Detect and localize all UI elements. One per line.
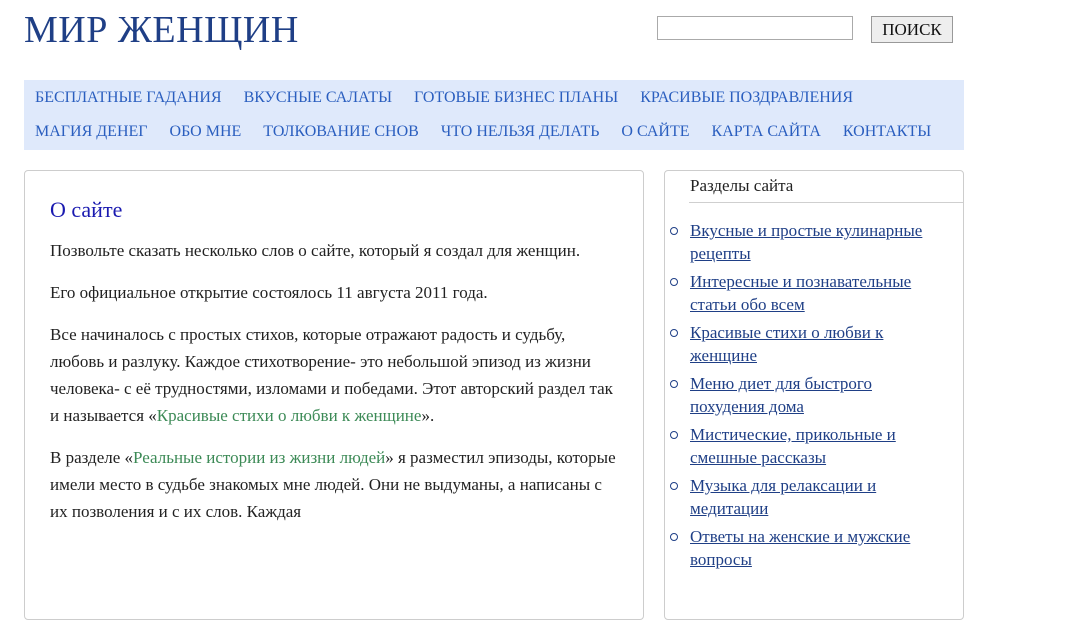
main-content-panel: О сайте Позвольте сказать несколько слов…	[24, 170, 644, 620]
nav-item-sitemap[interactable]: КАРТА САЙТА	[712, 123, 821, 141]
sidebar-item-articles: Интересные и познавательные статьи обо в…	[670, 270, 945, 316]
sidebar-link-diets[interactable]: Меню диет для быстрого похудения дома	[690, 374, 872, 416]
sidebar-link-poems[interactable]: Красивые стихи о любви к женщине	[690, 323, 883, 365]
sidebar-item-music: Музыка для релаксации и медитации	[670, 474, 945, 520]
sidebar-list: Вкусные и простые кулинарные рецепты Инт…	[665, 203, 963, 571]
paragraph-opening-date: Его официальное открытие состоялось 11 а…	[50, 283, 488, 302]
nav-item-free-fortune-telling[interactable]: БЕСПЛАТНЫЕ ГАДАНИЯ	[35, 89, 222, 107]
stories-section-link[interactable]: Реальные истории из жизни людей	[133, 448, 385, 467]
nav-item-money-magic[interactable]: МАГИЯ ДЕНЕГ	[35, 123, 148, 141]
sidebar-item-diets: Меню диет для быстрого похудения дома	[670, 372, 945, 418]
paragraph-stories: В разделе «Реальные истории из жизни люд…	[50, 444, 617, 525]
circle-bullet-icon	[670, 533, 678, 541]
circle-bullet-icon	[670, 380, 678, 388]
circle-bullet-icon	[670, 227, 678, 235]
nav-item-business-plans[interactable]: ГОТОВЫЕ БИЗНЕС ПЛАНЫ	[414, 89, 618, 107]
sidebar-item-recipes: Вкусные и простые кулинарные рецепты	[670, 219, 945, 265]
nav-item-contacts[interactable]: КОНТАКТЫ	[843, 123, 931, 141]
circle-bullet-icon	[670, 278, 678, 286]
nav-row-2: МАГИЯ ДЕНЕГ ОБО МНЕ ТОЛКОВАНИЕ СНОВ ЧТО …	[35, 123, 953, 141]
sidebar-item-poems: Красивые стихи о любви к женщине	[670, 321, 945, 367]
sidebar-title: Разделы сайта	[689, 171, 963, 203]
page-heading: О сайте	[50, 197, 123, 222]
search-button[interactable]: ПОИСК	[871, 16, 953, 43]
nav-row-1: БЕСПЛАТНЫЕ ГАДАНИЯ ВКУСНЫЕ САЛАТЫ ГОТОВЫ…	[35, 89, 875, 107]
nav-item-greetings[interactable]: КРАСИВЫЕ ПОЗДРАВЛЕНИЯ	[640, 89, 853, 107]
circle-bullet-icon	[670, 329, 678, 337]
sidebar-link-articles[interactable]: Интересные и познавательные статьи обо в…	[690, 272, 911, 314]
poems-section-link[interactable]: Красивые стихи о любви к женщине	[157, 406, 422, 425]
paragraph-poems-end: ».	[421, 406, 435, 425]
sidebar-link-music[interactable]: Музыка для релаксации и медитации	[690, 476, 876, 518]
nav-item-what-not-to-do[interactable]: ЧТО НЕЛЬЗЯ ДЕЛАТЬ	[441, 123, 600, 141]
search-input[interactable]	[657, 16, 853, 40]
sidebar-sections: Разделы сайта Вкусные и простые кулинарн…	[664, 170, 964, 620]
sidebar-link-answers[interactable]: Ответы на женские и мужские вопросы	[690, 527, 910, 569]
nav-item-about-site[interactable]: О САЙТЕ	[621, 123, 689, 141]
nav-item-about-me[interactable]: ОБО МНЕ	[170, 123, 242, 141]
paragraph-intro: Позвольте сказать несколько слов о сайте…	[50, 241, 581, 260]
nav-item-tasty-salads[interactable]: ВКУСНЫЕ САЛАТЫ	[244, 89, 392, 107]
sidebar-link-stories[interactable]: Мистические, прикольные и смешные расска…	[690, 425, 896, 467]
circle-bullet-icon	[670, 482, 678, 490]
site-title[interactable]: МИР ЖЕНЩИН	[24, 8, 299, 52]
nav-item-dream-interpretation[interactable]: ТОЛКОВАНИЕ СНОВ	[263, 123, 419, 141]
paragraph-poems: Все начиналось с простых стихов, которые…	[50, 321, 617, 429]
sidebar-link-recipes[interactable]: Вкусные и простые кулинарные рецепты	[690, 221, 922, 263]
sidebar-item-stories: Мистические, прикольные и смешные расска…	[670, 423, 945, 469]
paragraph-stories-text: В разделе «	[50, 448, 134, 467]
circle-bullet-icon	[670, 431, 678, 439]
sidebar-item-answers: Ответы на женские и мужские вопросы	[670, 525, 945, 571]
main-nav: БЕСПЛАТНЫЕ ГАДАНИЯ ВКУСНЫЕ САЛАТЫ ГОТОВЫ…	[24, 80, 964, 150]
